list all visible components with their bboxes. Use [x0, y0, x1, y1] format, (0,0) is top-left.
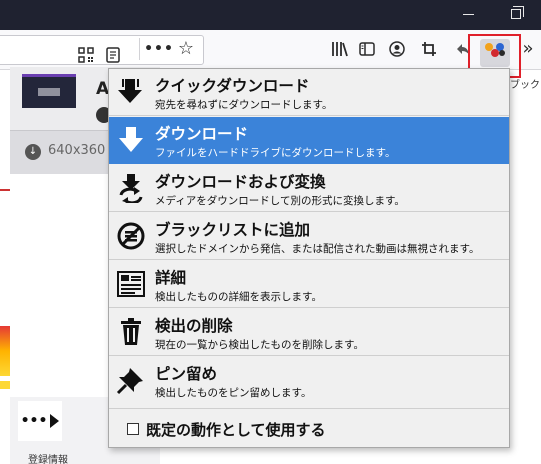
menu-item-description: 検出したものの詳細を表示します。	[155, 291, 322, 303]
video-thumbnail	[22, 74, 76, 108]
minimize-icon[interactable]	[463, 14, 474, 15]
footer-text: 登録情報	[28, 455, 68, 464]
toolbar-separator	[139, 38, 140, 60]
menu-item-download-convert[interactable]: ダウンロードおよび変換 メディアをダウンロードして別の形式に変換します。	[109, 165, 509, 212]
default-action-checkbox[interactable]	[127, 423, 139, 435]
menu-item-remove-detection[interactable]: 検出の削除 現在の一覧から検出したものを削除します。	[109, 309, 509, 356]
restore-icon[interactable]	[511, 6, 524, 19]
account-icon[interactable]	[386, 38, 408, 60]
menu-item-title: 詳細	[155, 269, 187, 287]
menu-item-title: クイックダウンロード	[155, 77, 310, 95]
bookmark-star-icon[interactable]: ☆	[175, 38, 197, 60]
library-icon[interactable]	[329, 38, 351, 60]
background-decoration	[0, 381, 10, 389]
blacklist-icon	[115, 220, 147, 252]
menu-item-description: 宛先を尋ねずにダウンロードします。	[155, 99, 333, 111]
menu-item-description: 選択したドメインから発信、または配信された動画は無視されます。	[155, 243, 480, 255]
menu-item-description: メディアをダウンロードして別の形式に変換します。	[155, 195, 405, 207]
menu-item-quick-download[interactable]: クイックダウンロード 宛先を尋ねずにダウンロードします。	[109, 69, 509, 116]
details-icon	[115, 268, 147, 300]
menu-item-title: ブラックリストに追加	[155, 221, 311, 239]
download-convert-icon	[115, 172, 147, 204]
background-image	[0, 326, 10, 376]
menu-item-description: 検出したものをピン留めします。	[155, 387, 312, 399]
menu-item-title: ダウンロード	[155, 125, 249, 143]
menu-item-blacklist[interactable]: ブラックリストに追加 選択したドメインから発信、または配信された動画は無視されま…	[109, 213, 509, 260]
pin-icon	[115, 364, 147, 396]
screenshot-icon[interactable]	[418, 38, 440, 60]
menu-item-title: ピン留め	[155, 365, 218, 383]
menu-item-title: 検出の削除	[155, 317, 233, 335]
reader-view-icon[interactable]	[102, 44, 124, 66]
background-decoration	[0, 189, 10, 191]
more-icon[interactable]: •••	[144, 38, 173, 60]
download-icon	[115, 124, 147, 156]
window-title-bar	[0, 0, 541, 30]
menu-item-download[interactable]: ダウンロード ファイルをハードドライブにダウンロードします。	[109, 117, 509, 164]
menu-item-details[interactable]: 詳細 検出したものの詳細を表示します。	[109, 261, 509, 308]
resolution-label: 640x360	[48, 143, 106, 158]
play-arrow-icon	[50, 414, 60, 428]
background-page	[0, 71, 10, 464]
default-action-option[interactable]: 既定の動作として使用する	[109, 410, 509, 447]
ellipsis-icon: •••	[20, 413, 48, 429]
browser-toolbar: ••• ☆ »	[0, 30, 541, 70]
sidebar-icon[interactable]	[356, 38, 378, 60]
action-menu: クイックダウンロード 宛先を尋ねずにダウンロードします。 ダウンロード ファイル…	[108, 68, 510, 448]
download-arrow-icon: ↓	[25, 144, 41, 160]
tooltip-fragment: ブックマ	[510, 80, 541, 91]
menu-item-title: ダウンロードおよび変換	[155, 173, 326, 191]
default-action-label: 既定の動作として使用する	[146, 421, 326, 439]
actions-button[interactable]: •••	[18, 401, 62, 441]
trash-icon	[115, 316, 147, 348]
quick-download-icon	[115, 76, 147, 108]
qr-code-icon[interactable]	[75, 44, 97, 66]
menu-item-description: 現在の一覧から検出したものを削除します。	[155, 339, 364, 351]
menu-item-pin[interactable]: ピン留め 検出したものをピン留めします。	[109, 357, 509, 409]
menu-item-description: ファイルをハードドライブにダウンロードします。	[155, 147, 396, 159]
